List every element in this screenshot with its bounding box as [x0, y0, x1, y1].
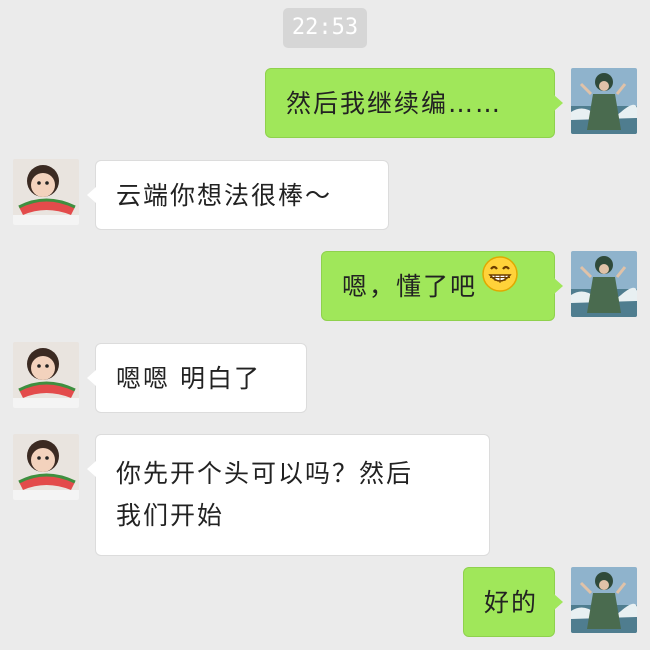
message-bubble-incoming[interactable]: 云端你想法很棒～ [87, 160, 389, 230]
message-bubble-outgoing[interactable]: 好的 [463, 567, 563, 637]
message-bubble-outgoing[interactable]: 嗯，懂了吧 [321, 250, 563, 321]
message-text-line: 我们开始 [116, 501, 225, 530]
message-text: 好的 [484, 588, 539, 617]
contact-avatar[interactable] [13, 159, 79, 225]
contact-avatar[interactable] [13, 434, 79, 500]
my-avatar[interactable] [571, 68, 637, 134]
my-avatar[interactable] [571, 251, 637, 317]
chat-window: 22:53 然后我继续编…… 云端你想法很棒～ 嗯，懂了吧 嗯嗯 明白了 你先开… [0, 0, 650, 650]
message-text-line: 你先开个头可以吗？然后 [116, 459, 414, 488]
grinning-face-icon [481, 250, 519, 320]
message-text: 然后我继续编…… [286, 89, 503, 118]
message-bubble-incoming[interactable]: 你先开个头可以吗？然后 我们开始 [87, 434, 490, 556]
my-avatar[interactable] [571, 567, 637, 633]
message-bubble-outgoing[interactable]: 然后我继续编…… [265, 68, 563, 138]
message-text: 嗯嗯 明白了 [116, 364, 261, 393]
timestamp: 22:53 [283, 8, 367, 48]
contact-avatar[interactable] [13, 342, 79, 408]
message-bubble-incoming[interactable]: 嗯嗯 明白了 [87, 343, 307, 413]
message-text: 嗯，懂了吧 [342, 272, 478, 301]
message-text: 云端你想法很棒～ [116, 181, 333, 210]
